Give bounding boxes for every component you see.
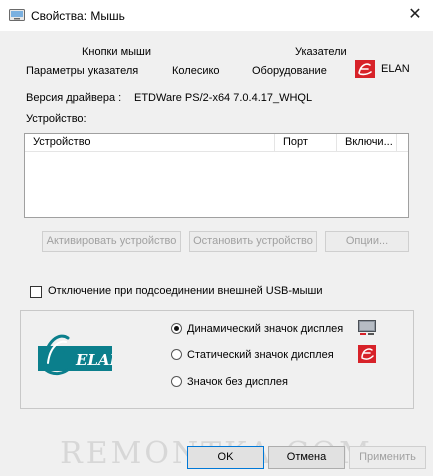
device-list-header: Устройство Порт Включи... bbox=[25, 134, 408, 152]
title-bar: Свойства: Мышь ✕ bbox=[0, 0, 433, 31]
static-icon-radio[interactable] bbox=[171, 349, 182, 360]
radio-selected-dot bbox=[174, 326, 179, 331]
activate-device-button[interactable]: Активировать устройство bbox=[42, 231, 181, 252]
close-button[interactable]: ✕ bbox=[402, 3, 428, 27]
tab-pointer-options[interactable]: Параметры указателя bbox=[26, 65, 138, 77]
tab-elan[interactable]: ELAN bbox=[355, 60, 415, 80]
elan-tab-icon bbox=[355, 60, 375, 78]
device-list[interactable]: Устройство Порт Включи... bbox=[24, 133, 409, 218]
window-title: Свойства: Мышь bbox=[31, 9, 125, 23]
tab-hardware[interactable]: Оборудование bbox=[252, 65, 327, 77]
device-list-label: Устройство: bbox=[26, 113, 87, 125]
static-icon-label: Статический значок дисплея bbox=[187, 349, 334, 361]
driver-version-label: Версия драйвера : bbox=[26, 92, 122, 104]
no-icon-radio[interactable] bbox=[171, 376, 182, 387]
tab-wheel[interactable]: Колесико bbox=[172, 65, 220, 77]
column-enabled[interactable]: Включи... bbox=[337, 134, 397, 152]
tab-mouse-buttons[interactable]: Кнопки мыши bbox=[82, 46, 151, 58]
column-port[interactable]: Порт bbox=[275, 134, 337, 152]
window-icon bbox=[9, 9, 25, 21]
device-options-button[interactable]: Опции... bbox=[325, 231, 409, 252]
dynamic-icon-label: Динамический значок дисплея bbox=[187, 323, 344, 335]
driver-version-value: ETDWare PS/2-x64 7.0.4.17_WHQL bbox=[134, 92, 313, 104]
monitor-tray-icon bbox=[358, 320, 376, 335]
elan-tray-icon bbox=[358, 345, 376, 363]
apply-button[interactable]: Применить bbox=[349, 446, 426, 469]
tab-pointers[interactable]: Указатели bbox=[295, 46, 347, 58]
disable-on-usb-label: Отключение при подсоединении внешней USB… bbox=[48, 285, 323, 297]
stop-device-button[interactable]: Остановить устройство bbox=[189, 231, 317, 252]
dynamic-icon-radio[interactable] bbox=[171, 323, 182, 334]
ok-button[interactable]: OK bbox=[187, 446, 264, 469]
no-icon-label: Значок без дисплея bbox=[187, 376, 288, 388]
column-device[interactable]: Устройство bbox=[25, 134, 275, 152]
elan-logo-text: ELAN bbox=[75, 351, 112, 369]
elan-logo-icon: ELAN bbox=[38, 334, 112, 376]
close-icon: ✕ bbox=[408, 6, 422, 23]
disable-on-usb-checkbox[interactable] bbox=[30, 286, 42, 298]
tab-elan-label: ELAN bbox=[381, 63, 410, 75]
cancel-button[interactable]: Отмена bbox=[268, 446, 345, 469]
